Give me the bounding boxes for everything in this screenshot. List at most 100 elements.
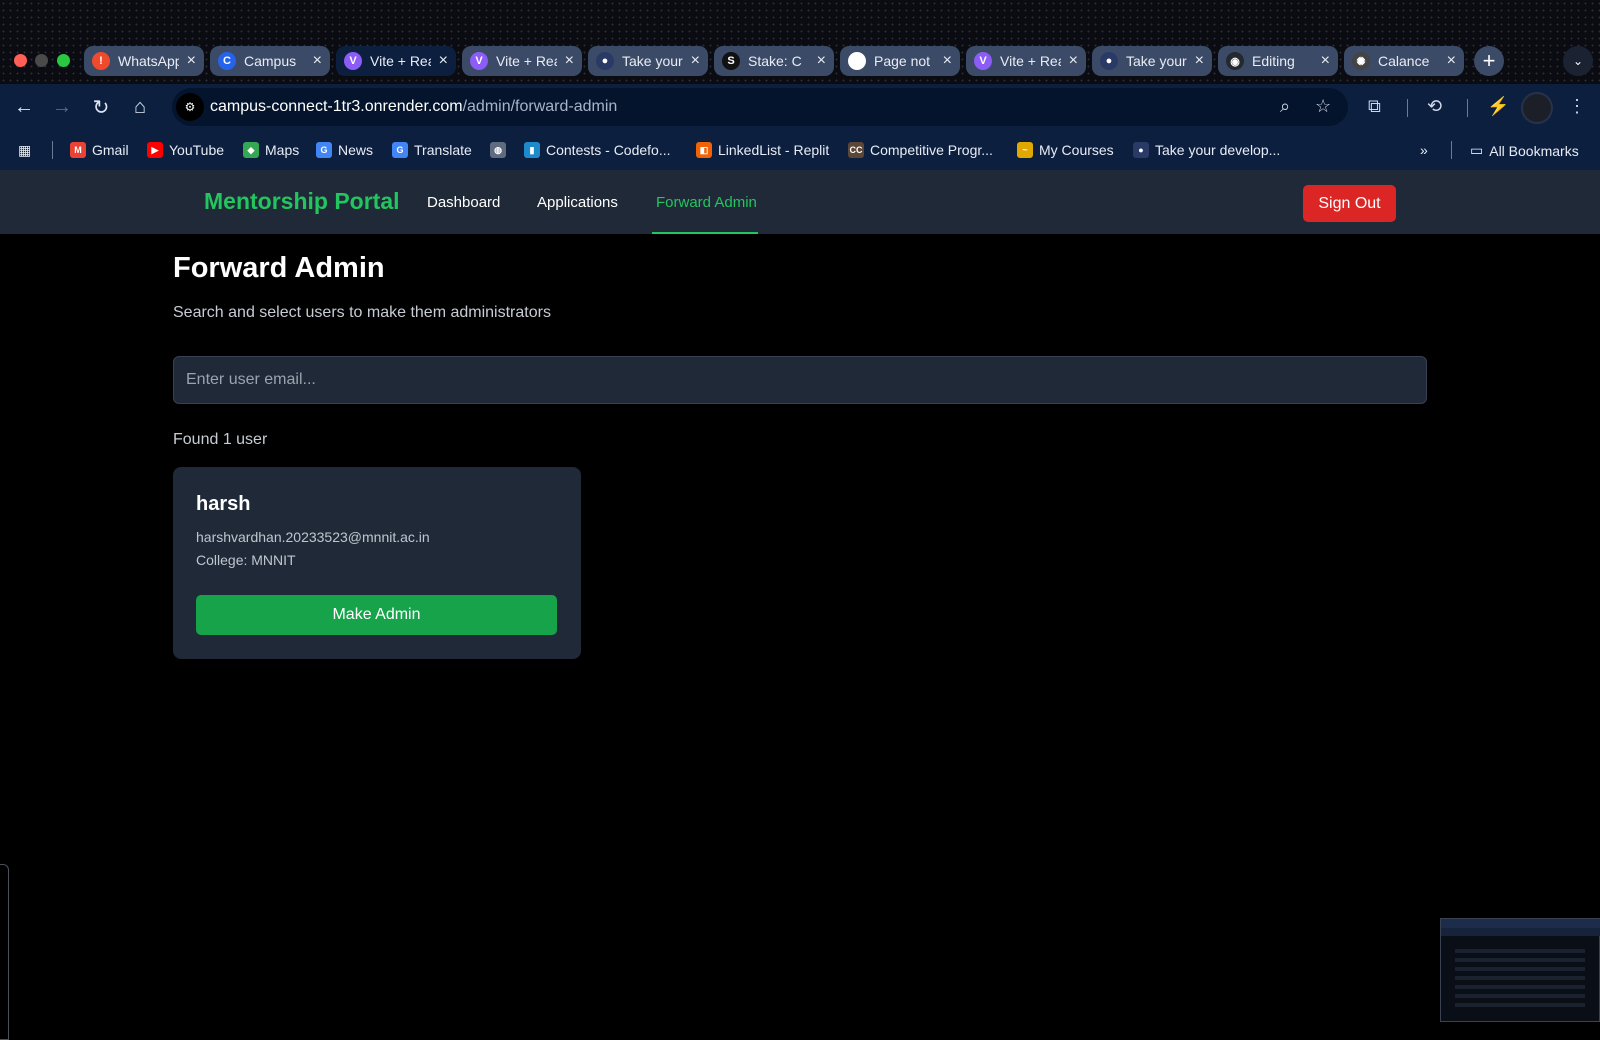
folder-icon: ▭ — [1470, 142, 1484, 158]
close-tab-icon[interactable]: × — [943, 52, 952, 70]
bookmark-item[interactable]: ◍ — [490, 142, 506, 158]
site-info-icon[interactable]: ⚙ — [176, 93, 204, 121]
reload-button[interactable]: ↻ — [86, 92, 116, 122]
tab-title: Editing — [1252, 53, 1295, 69]
performance-icon[interactable]: ⚡ — [1487, 96, 1509, 117]
close-tab-icon[interactable]: × — [439, 52, 448, 70]
bookmark-item[interactable]: ◧ LinkedList - Replit — [696, 142, 829, 158]
browser-tab[interactable]: ● Take your × — [588, 46, 708, 76]
url-text[interactable]: campus-connect-1tr3.onrender.com/admin/f… — [210, 98, 617, 116]
bookmark-star-icon[interactable]: ☆ — [1315, 96, 1331, 117]
bookmark-item[interactable]: ~ My Courses — [1017, 142, 1114, 158]
bookmark-item[interactable]: CC Competitive Progr... — [848, 142, 993, 158]
browser-tab[interactable]: V Vite + React × — [966, 46, 1086, 76]
user-college: College: MNNIT — [196, 552, 296, 568]
bookmark-item[interactable]: G Translate — [392, 142, 472, 158]
tab-title: WhatsApp — [118, 53, 179, 69]
user-card: harsh harshvardhan.20233523@mnnit.ac.in … — [173, 467, 581, 659]
stake-icon: S — [722, 52, 740, 70]
gmail-icon: M — [70, 142, 86, 158]
maximize-window-icon[interactable] — [57, 54, 70, 67]
news-icon: G — [316, 142, 332, 158]
new-tab-button[interactable]: + — [1474, 46, 1504, 76]
tab-title: Take your — [622, 53, 683, 69]
make-admin-button[interactable]: Make Admin — [196, 595, 557, 635]
browser-tab[interactable]: V Vite + React × — [462, 46, 582, 76]
bookmark-label: Translate — [414, 142, 472, 158]
toolbar-divider — [1467, 99, 1468, 117]
bookmark-label: Contests - Codefo... — [546, 142, 671, 158]
close-tab-icon[interactable]: × — [1447, 52, 1456, 70]
nav-forward-admin[interactable]: Forward Admin — [656, 194, 757, 211]
bookmark-item[interactable]: M Gmail — [70, 142, 129, 158]
bookmark-item[interactable]: ▶ YouTube — [147, 142, 224, 158]
close-tab-icon[interactable]: × — [817, 52, 826, 70]
browser-tab[interactable]: ◉ Editing × — [1218, 46, 1338, 76]
forward-button[interactable]: → — [47, 92, 77, 122]
page-title: Forward Admin — [173, 252, 385, 284]
browser-tab[interactable]: ▮ Page not × — [840, 46, 960, 76]
page-subtitle: Search and select users to make them adm… — [173, 304, 551, 321]
bookmark-label: Gmail — [92, 142, 129, 158]
close-tab-icon[interactable]: × — [691, 52, 700, 70]
menu-kebab-icon[interactable]: ⋮ — [1568, 96, 1586, 117]
all-bookmarks-label: All Bookmarks — [1489, 142, 1579, 159]
browser-tab[interactable]: ! WhatsApp × — [84, 46, 204, 76]
user-email-search-input[interactable] — [173, 356, 1427, 404]
tab-search-button[interactable]: ⌄ — [1563, 46, 1593, 76]
browser-tab[interactable]: V Vite + React × — [336, 46, 456, 76]
nav-dashboard[interactable]: Dashboard — [427, 194, 500, 211]
replit-icon: ◧ — [696, 142, 712, 158]
bookmarks-bar: ▦ M Gmail ▶ YouTube ◆ Maps G News G Translate ◍ ▮ Co… — [0, 130, 1600, 170]
history-icon[interactable]: ⟲ — [1427, 96, 1442, 117]
nav-applications[interactable]: Applications — [537, 194, 618, 211]
close-tab-icon[interactable]: × — [187, 52, 196, 70]
browser-tab-strip: ! WhatsApp × C Campus × V Vite + React × V Vite + … — [0, 0, 1600, 84]
all-bookmarks-button[interactable]: ▭ All Bookmarks — [1470, 142, 1579, 159]
campus-icon: C — [218, 52, 236, 70]
apps-grid-icon[interactable]: ▦ — [18, 142, 31, 159]
close-window-icon[interactable] — [14, 54, 27, 67]
browser-tab[interactable]: C Campus × — [210, 46, 330, 76]
close-tab-icon[interactable]: × — [1321, 52, 1330, 70]
profile-avatar[interactable] — [1521, 92, 1553, 124]
close-tab-icon[interactable]: × — [313, 52, 322, 70]
alert-icon: ! — [92, 52, 110, 70]
bookmark-item[interactable]: G News — [316, 142, 373, 158]
browser-tab[interactable]: ● Take your × — [1092, 46, 1212, 76]
translate-icon: G — [392, 142, 408, 158]
tab-title: Vite + React — [1000, 53, 1061, 69]
back-button[interactable]: ← — [9, 92, 39, 122]
codechef-icon: CC — [848, 142, 864, 158]
bookmark-label: News — [338, 142, 374, 158]
close-tab-icon[interactable]: × — [565, 52, 574, 70]
codeforces-icon: ▮ — [524, 142, 540, 158]
sign-out-button[interactable]: Sign Out — [1303, 185, 1396, 222]
bookmark-item[interactable]: ◆ Maps — [243, 142, 299, 158]
bookmark-label: YouTube — [169, 142, 225, 158]
browser-tab[interactable]: S Stake: C × — [714, 46, 834, 76]
tab-title: Take your — [1126, 53, 1187, 69]
window-preview-thumbnail[interactable] — [1440, 918, 1600, 1022]
more-bookmarks-icon[interactable]: » — [1420, 142, 1428, 158]
tab-title: Vite + React — [496, 53, 557, 69]
home-button[interactable]: ⌂ — [125, 92, 155, 122]
bookmark-item[interactable]: ● Take your develop... — [1133, 142, 1280, 158]
browser-toolbar: ← → ↻ ⌂ ⚙ campus-connect-1tr3.onrender.c… — [0, 84, 1600, 130]
tab-title: Campus — [244, 53, 297, 69]
zoom-icon[interactable]: ⌕ — [1280, 96, 1290, 117]
minimize-window-icon[interactable] — [35, 54, 48, 67]
url-path: /admin/forward-admin — [462, 98, 618, 115]
bookmark-item[interactable]: ▮ Contests - Codefo... — [524, 142, 671, 158]
address-bar[interactable]: ⚙ campus-connect-1tr3.onrender.com/admin… — [172, 88, 1348, 126]
result-count: Found 1 user — [173, 431, 268, 448]
app-navbar: Mentorship Portal Dashboard Applications… — [0, 170, 1600, 234]
browser-tab[interactable]: ✺ Calance × — [1344, 46, 1464, 76]
close-tab-icon[interactable]: × — [1195, 52, 1204, 70]
extensions-icon[interactable]: ⧉ — [1368, 96, 1381, 117]
avatar-icon: ● — [596, 52, 614, 70]
close-tab-icon[interactable]: × — [1069, 52, 1078, 70]
brand-logo[interactable]: Mentorship Portal — [204, 188, 400, 215]
youtube-icon: ▶ — [147, 142, 163, 158]
tab-title: Calance — [1378, 53, 1430, 69]
